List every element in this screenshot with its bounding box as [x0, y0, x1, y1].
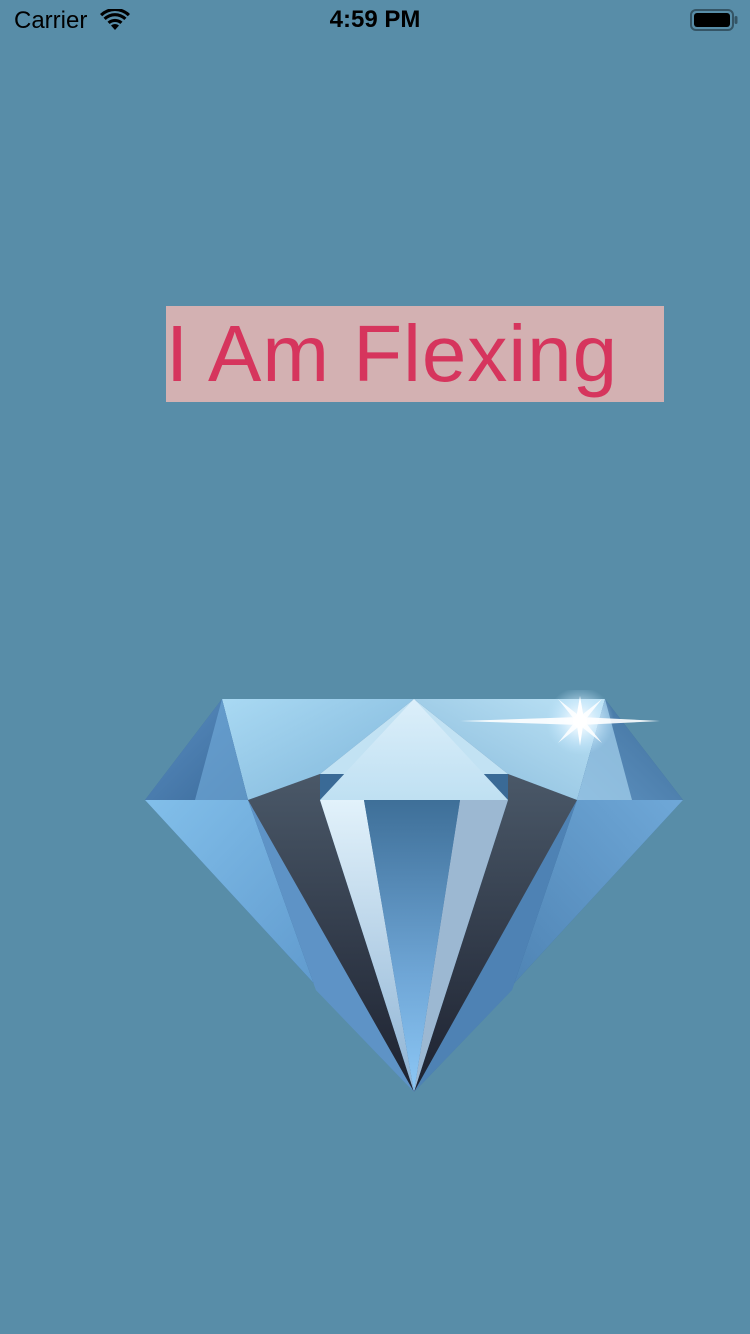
status-time: 4:59 PM — [329, 6, 421, 33]
headline-box: I Am Flexing — [166, 306, 664, 402]
diamond-image — [145, 690, 683, 1092]
status-bar: Carrier 4:59 PM — [0, 0, 750, 40]
battery-icon — [690, 9, 738, 31]
headline-text: I Am Flexing — [166, 309, 619, 398]
